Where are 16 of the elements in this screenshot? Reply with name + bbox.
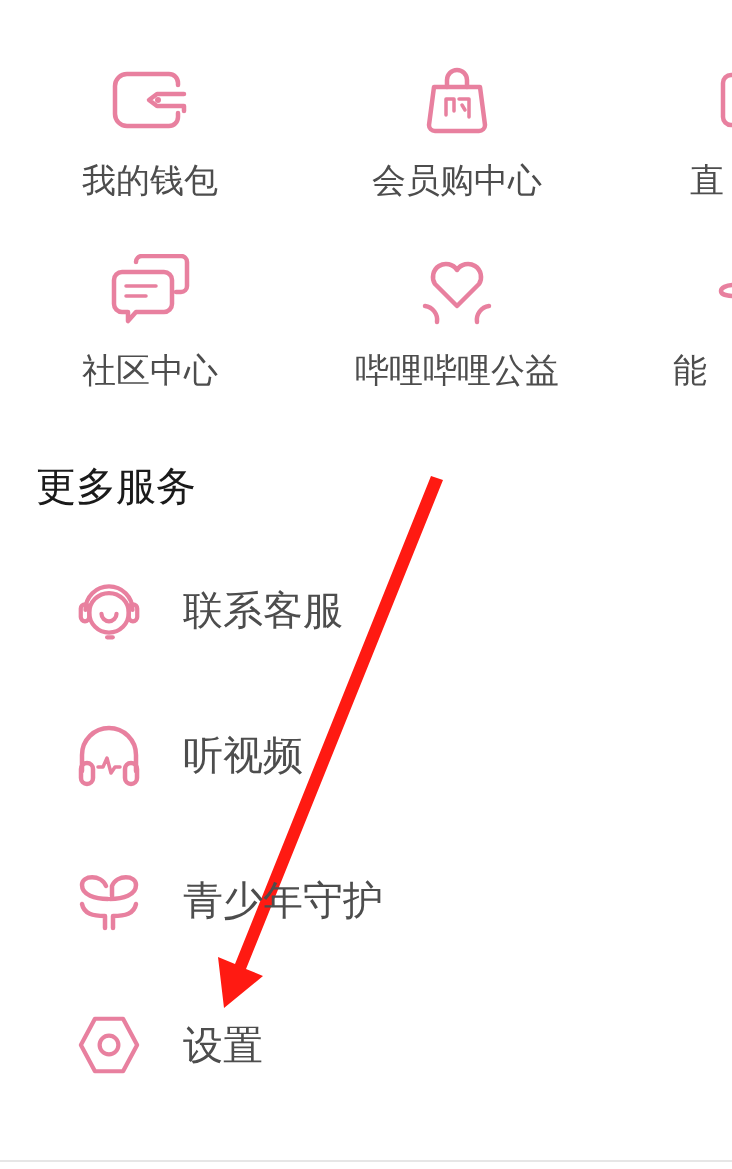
menu-item[interactable]: 会员购中心 (372, 64, 542, 200)
menu-item[interactable]: 直 (614, 64, 732, 200)
wallet-icon (112, 71, 188, 129)
menu-item[interactable]: 社区中心 (82, 254, 218, 390)
menu-item[interactable]: 我的钱包 (82, 64, 218, 200)
chat-bubbles-icon (110, 254, 190, 326)
menu-item[interactable]: 能 (614, 254, 732, 390)
cropped-icon (718, 281, 732, 299)
section-title: 更多服务 (36, 463, 196, 510)
settings-icon (77, 1014, 141, 1075)
list-item[interactable]: 听视频 (77, 682, 323, 827)
shopping-bag-icon (425, 65, 489, 135)
list-item[interactable]: 联系客服 (77, 537, 363, 682)
menu-item[interactable]: 哔哩哔哩公益 (355, 254, 559, 390)
list-item[interactable]: 设置 (77, 972, 283, 1117)
cropped-icon (720, 72, 732, 128)
